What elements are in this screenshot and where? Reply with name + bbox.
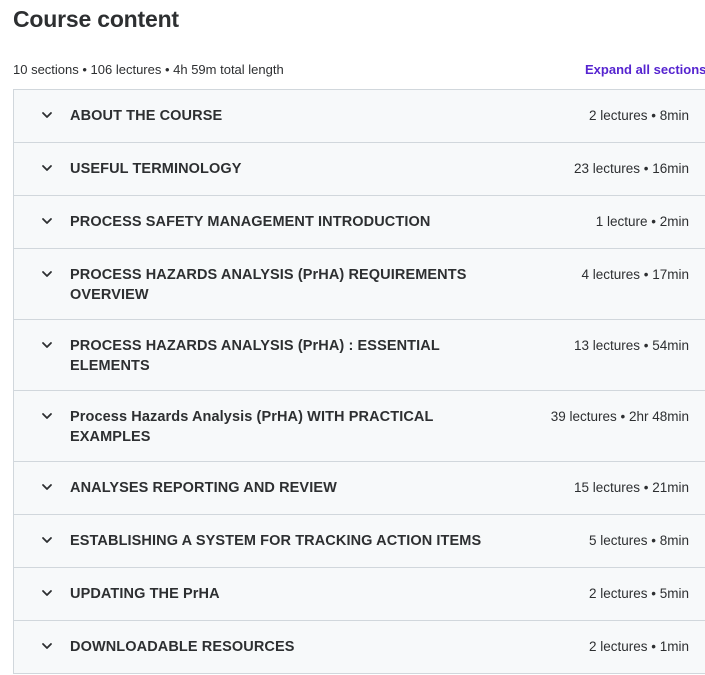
chevron-down-icon [41,587,53,599]
course-summary-row: 10 sections • 106 lectures • 4h 59m tota… [13,60,705,80]
section-item-updating-prha[interactable]: UPDATING THE PrHA 2 lectures • 5min [14,568,705,621]
section-item-analyses-reporting[interactable]: ANALYSES REPORTING AND REVIEW 15 lecture… [14,462,705,515]
chevron-down-icon [41,339,53,351]
chevron-down-icon [41,162,53,174]
section-title: ABOUT THE COURSE [70,108,223,124]
section-item-psm-introduction[interactable]: PROCESS SAFETY MANAGEMENT INTRODUCTION 1… [14,196,705,249]
section-title: ANALYSES REPORTING AND REVIEW [70,480,337,496]
section-lecture-count: 1 lecture • 2min [595,214,689,229]
chevron-down-icon [41,268,53,280]
section-item-tracking-action-items[interactable]: ESTABLISHING A SYSTEM FOR TRACKING ACTIO… [14,515,705,568]
page-title: Course content [13,6,179,32]
section-title: DOWNLOADABLE RESOURCES [70,639,295,655]
chevron-down-icon [41,534,53,546]
chevron-down-icon [41,215,53,227]
section-title: PROCESS HAZARDS ANALYSIS (PrHA) : ESSENT… [70,338,440,374]
expand-all-sections-button[interactable]: Expand all sections [585,60,705,80]
section-item-prha-essential-elements[interactable]: PROCESS HAZARDS ANALYSIS (PrHA) : ESSENT… [14,320,705,391]
section-item-prha-requirements-overview[interactable]: PROCESS HAZARDS ANALYSIS (PrHA) REQUIREM… [14,249,705,320]
section-lecture-count: 2 lectures • 1min [588,639,689,654]
section-item-about-the-course[interactable]: ABOUT THE COURSE 2 lectures • 8min [14,90,705,143]
section-lecture-count: 2 lectures • 8min [588,108,689,123]
chevron-down-icon [41,640,53,652]
section-title: USEFUL TERMINOLOGY [70,161,242,177]
section-title: Process Hazards Analysis (PrHA) WITH PRA… [70,409,434,445]
section-lecture-count: 4 lectures • 17min [581,267,689,282]
chevron-down-icon [41,109,53,121]
course-summary: 10 sections • 106 lectures • 4h 59m tota… [13,62,284,77]
section-lecture-count: 5 lectures • 8min [588,533,689,548]
section-title: UPDATING THE PrHA [70,586,220,602]
section-item-downloadable-resources[interactable]: DOWNLOADABLE RESOURCES 2 lectures • 1min [14,621,705,674]
chevron-down-icon [41,410,53,422]
section-lecture-count: 13 lectures • 54min [573,338,689,353]
chevron-down-icon [41,481,53,493]
section-title: PROCESS HAZARDS ANALYSIS (PrHA) REQUIREM… [70,267,467,303]
section-lecture-count: 39 lectures • 2hr 48min [550,409,689,424]
section-lecture-count: 15 lectures • 21min [573,480,689,495]
section-title: ESTABLISHING A SYSTEM FOR TRACKING ACTIO… [70,533,482,549]
section-lecture-count: 2 lectures • 5min [588,586,689,601]
section-lecture-count: 23 lectures • 16min [573,161,689,176]
section-title: PROCESS SAFETY MANAGEMENT INTRODUCTION [70,214,431,230]
section-item-useful-terminology[interactable]: USEFUL TERMINOLOGY 23 lectures • 16min [14,143,705,196]
section-item-prha-practical-examples[interactable]: Process Hazards Analysis (PrHA) WITH PRA… [14,391,705,462]
section-list: ABOUT THE COURSE 2 lectures • 8min USEFU… [13,89,705,674]
